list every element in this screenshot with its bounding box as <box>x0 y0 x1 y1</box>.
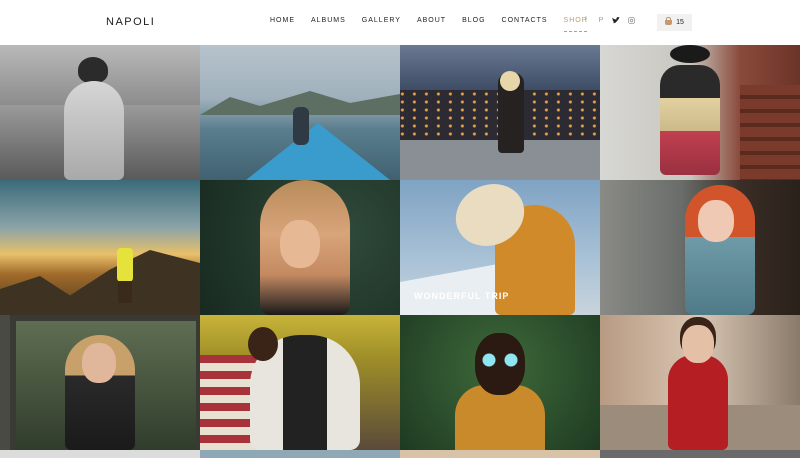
gallery-tile[interactable] <box>400 45 600 180</box>
nav-albums[interactable]: ALBUMS <box>303 17 354 24</box>
photo-subject <box>668 355 728 450</box>
gallery-tile[interactable] <box>0 315 200 450</box>
shopping-bag-icon <box>665 17 673 25</box>
nav-contacts[interactable]: CONTACTS <box>494 17 556 24</box>
facebook-icon[interactable]: f <box>582 16 590 24</box>
cart-button[interactable]: 15 <box>657 14 692 31</box>
photo-subject <box>117 248 133 282</box>
pinterest-icon[interactable]: P <box>597 16 605 24</box>
photo-boat <box>246 123 390 180</box>
gallery-tile[interactable] <box>200 45 400 180</box>
gallery-tile[interactable] <box>400 450 600 458</box>
nav-gallery[interactable]: GALLERY <box>354 17 409 24</box>
photo-subject-face <box>698 200 734 242</box>
photo-subject-head <box>248 327 278 361</box>
instagram-icon[interactable] <box>627 16 635 24</box>
nav-home[interactable]: HOME <box>262 17 303 24</box>
gallery-tile[interactable] <box>0 450 200 458</box>
gallery-tile[interactable] <box>200 450 400 458</box>
cart-count: 15 <box>676 19 684 26</box>
gallery-tile[interactable] <box>600 315 800 450</box>
gallery-tile[interactable] <box>200 180 400 315</box>
gallery-tile[interactable] <box>600 450 800 458</box>
nav-blog[interactable]: BLOG <box>454 17 493 24</box>
nav-about[interactable]: ABOUT <box>409 17 454 24</box>
gallery-tile[interactable] <box>600 45 800 180</box>
gallery-tile[interactable]: WONDERFUL TRIP <box>400 180 600 315</box>
site-logo[interactable]: NAPOLI <box>106 16 155 28</box>
photo-subject-hair <box>500 71 520 91</box>
tile-caption: WONDERFUL TRIP <box>414 291 510 301</box>
photo-cliffs <box>0 250 200 315</box>
photo-subject-face <box>82 343 116 383</box>
photo-subject-legs <box>118 281 132 303</box>
photo-subject-hat <box>670 45 710 63</box>
photo-subject-body <box>64 81 124 180</box>
gallery-tile[interactable] <box>0 45 200 180</box>
site-header: NAPOLI HOME ALBUMS GALLERY ABOUT BLOG CO… <box>0 0 800 45</box>
photo-subject-glasses <box>478 353 522 367</box>
gallery-tile[interactable] <box>600 180 800 315</box>
photo-subject-face <box>280 220 320 268</box>
photo-bench <box>740 85 800 180</box>
photo-subject <box>78 57 108 83</box>
social-links: f P <box>582 16 635 24</box>
main-nav: HOME ALBUMS GALLERY ABOUT BLOG CONTACTS … <box>262 17 595 32</box>
twitter-icon[interactable] <box>612 16 620 24</box>
photo-subject <box>293 107 309 145</box>
gallery-tile[interactable] <box>200 315 400 450</box>
gallery-tile[interactable] <box>0 180 200 315</box>
photo-subject <box>660 65 720 175</box>
gallery-tile[interactable] <box>400 315 600 450</box>
photo-subject-head <box>682 325 714 363</box>
